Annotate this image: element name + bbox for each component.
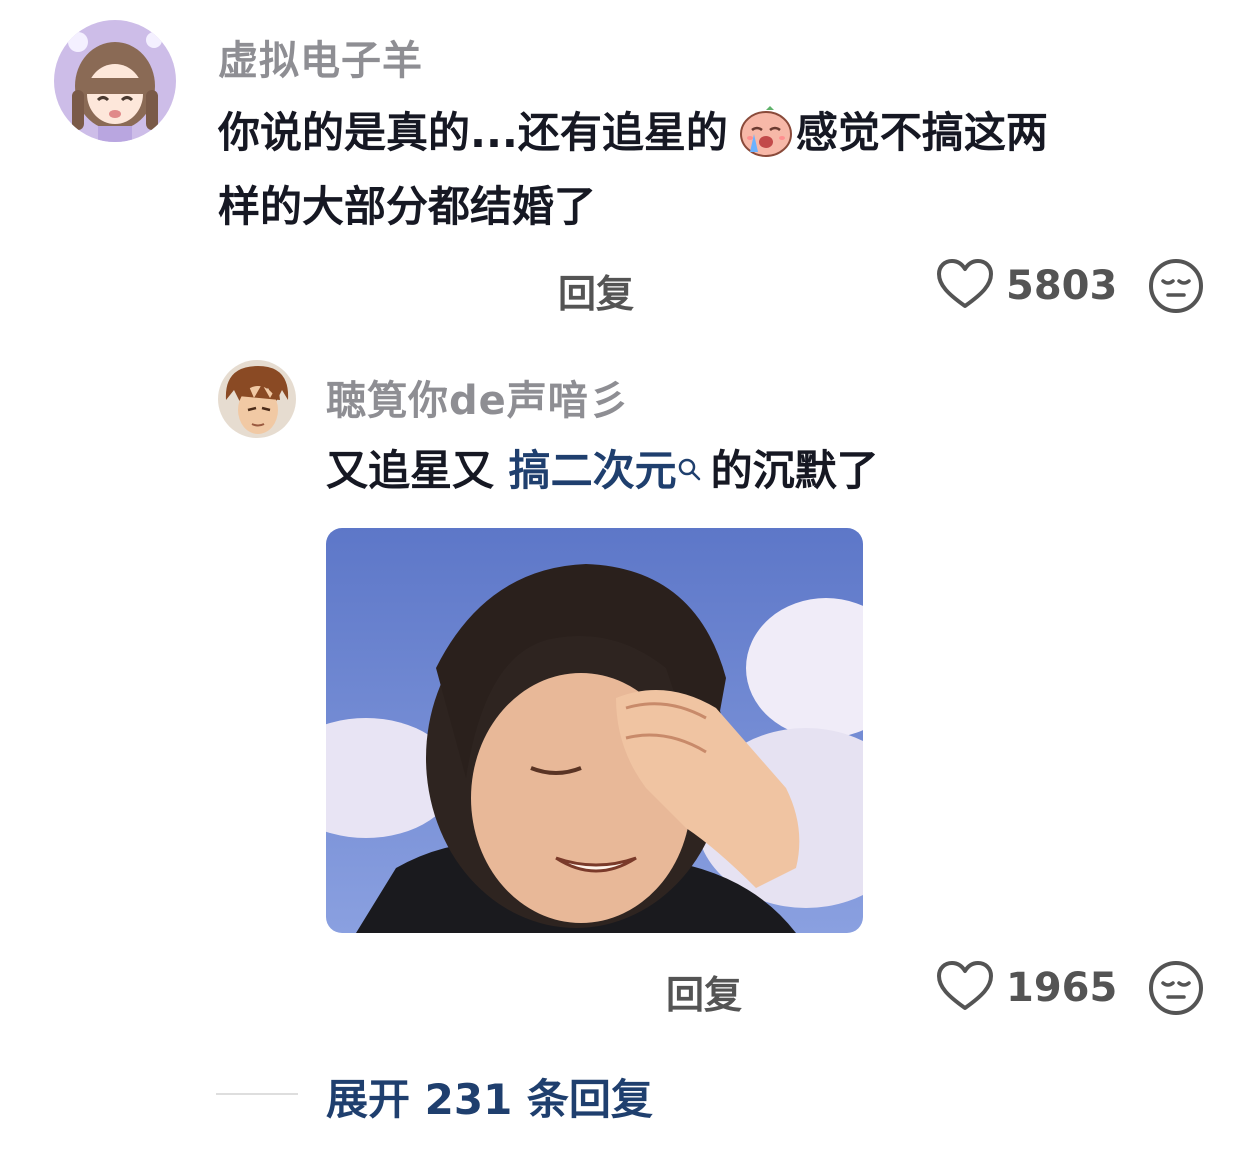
comment-like-button[interactable]: 5803 (936, 258, 1117, 314)
reply-avatar[interactable] (218, 360, 296, 438)
unamused-face-icon (1148, 961, 1204, 1020)
comment-reply-button[interactable]: 回复 (558, 263, 634, 318)
heart-icon (936, 960, 994, 1016)
comment-text-part2: 感觉不搞这两 (795, 108, 1048, 157)
reply-text-before: 又追星又 (326, 446, 495, 495)
reply-username[interactable]: 聴筧你de声喑彡 (326, 368, 630, 426)
crying-face-emoji-icon (738, 105, 794, 158)
search-link[interactable]: 搞二次元 (509, 446, 677, 495)
facepalm-meme-image[interactable] (326, 528, 863, 933)
comment-avatar[interactable] (54, 20, 176, 142)
search-icon[interactable] (677, 432, 703, 481)
reply-reply-button[interactable]: 回复 (666, 964, 742, 1019)
expand-replies-button[interactable]: 展开 231 条回复 (326, 1066, 653, 1127)
reply-like-count: 1965 (1006, 965, 1118, 1011)
reply-like-button[interactable]: 1965 (936, 960, 1117, 1016)
heart-icon (936, 258, 994, 314)
comment-username[interactable]: 虚拟电子羊 (218, 28, 423, 86)
comment-text: 你说的是真的...还有追星的 感觉不搞这两 样的大部分都结婚了 (218, 96, 1048, 244)
expand-divider (216, 1093, 298, 1095)
comment-dislike-button[interactable] (1148, 258, 1204, 318)
reply-text: 又追星又 搞二次元 的沉默了 (326, 434, 879, 508)
unamused-face-icon (1148, 259, 1204, 318)
reply-dislike-button[interactable] (1148, 960, 1204, 1020)
reply-text-after: 的沉默了 (710, 446, 879, 495)
comment-text-line2: 样的大部分都结婚了 (218, 182, 597, 231)
comment-like-count: 5803 (1006, 263, 1118, 309)
comment-text-part1: 你说的是真的...还有追星的 (218, 108, 728, 157)
